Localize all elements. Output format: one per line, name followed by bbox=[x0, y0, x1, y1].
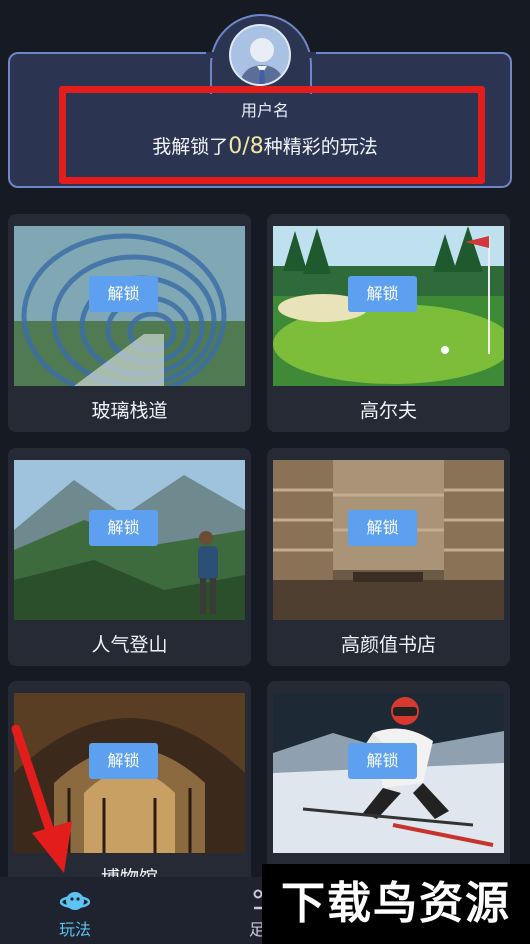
tab-play[interactable]: 玩法 bbox=[10, 877, 140, 944]
card-golf[interactable]: 解锁 高尔夫 bbox=[267, 214, 510, 432]
annotation-highlight-box bbox=[59, 86, 485, 184]
annotation-arrow bbox=[11, 725, 72, 873]
card-glass-walkway[interactable]: 解锁 玻璃栈道 bbox=[8, 214, 251, 432]
tab-label: 玩法 bbox=[58, 920, 91, 939]
unlock-button[interactable]: 解锁 bbox=[89, 276, 158, 312]
unlock-button[interactable]: 解锁 bbox=[89, 743, 158, 779]
card-hiking[interactable]: 解锁 人气登山 bbox=[8, 448, 251, 666]
card-title: 玻璃栈道 bbox=[91, 400, 168, 422]
watermark: 下载鸟资源 bbox=[262, 864, 530, 944]
card-bookstore[interactable]: 解锁 高颜值书店 bbox=[267, 448, 510, 666]
card-title: 高颜值书店 bbox=[340, 634, 436, 656]
card-title: 人气登山 bbox=[91, 634, 168, 656]
unlock-button[interactable]: 解锁 bbox=[348, 510, 417, 546]
planet-icon bbox=[59, 887, 91, 915]
unlock-button[interactable]: 解锁 bbox=[348, 276, 417, 312]
unlock-button[interactable]: 解锁 bbox=[89, 510, 158, 546]
avatar[interactable] bbox=[229, 24, 291, 86]
card-title: 高尔夫 bbox=[359, 400, 417, 422]
unlock-button[interactable]: 解锁 bbox=[348, 743, 417, 779]
